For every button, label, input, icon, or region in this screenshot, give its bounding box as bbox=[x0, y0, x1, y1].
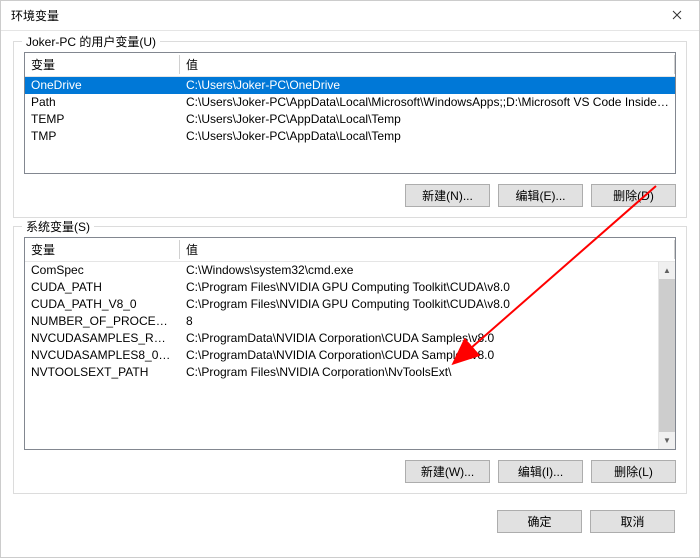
cell-value: C:\Program Files\NVIDIA Corporation\NvTo… bbox=[180, 364, 675, 381]
table-row[interactable]: NUMBER_OF_PROCESSORS8 bbox=[25, 313, 675, 330]
user-vars-group: Joker-PC 的用户变量(U) 变量 值 OneDriveC:\Users\… bbox=[13, 41, 687, 218]
col-header-variable[interactable]: 变量 bbox=[25, 53, 180, 76]
edit-user-var-button[interactable]: 编辑(E)... bbox=[498, 184, 583, 207]
table-row[interactable]: CUDA_PATH_V8_0C:\Program Files\NVIDIA GP… bbox=[25, 296, 675, 313]
table-row[interactable]: CUDA_PATHC:\Program Files\NVIDIA GPU Com… bbox=[25, 279, 675, 296]
table-row[interactable]: NVCUDASAMPLES_ROOTC:\ProgramData\NVIDIA … bbox=[25, 330, 675, 347]
scroll-up-icon[interactable]: ▲ bbox=[659, 262, 675, 279]
user-vars-list[interactable]: 变量 值 OneDriveC:\Users\Joker-PC\OneDriveP… bbox=[24, 52, 676, 174]
env-vars-dialog: 环境变量 Joker-PC 的用户变量(U) 变量 值 bbox=[0, 0, 700, 558]
cell-value: C:\Users\Joker-PC\AppData\Local\Temp bbox=[180, 111, 675, 128]
scrollbar[interactable]: ▲ ▼ bbox=[658, 262, 675, 449]
user-vars-buttons: 新建(N)... 编辑(E)... 删除(D) bbox=[24, 184, 676, 207]
cell-value: C:\Users\Joker-PC\AppData\Local\Temp bbox=[180, 128, 675, 145]
cell-value: C:\Users\Joker-PC\OneDrive bbox=[180, 77, 675, 94]
table-row[interactable]: TMPC:\Users\Joker-PC\AppData\Local\Temp bbox=[25, 128, 675, 145]
system-vars-group: 系统变量(S) 变量 值 ComSpecC:\Windows\system32\… bbox=[13, 226, 687, 494]
cell-variable: NVCUDASAMPLES_ROOT bbox=[25, 330, 180, 347]
table-row[interactable]: PathC:\Users\Joker-PC\AppData\Local\Micr… bbox=[25, 94, 675, 111]
window-title: 环境变量 bbox=[11, 7, 654, 24]
cancel-button[interactable]: 取消 bbox=[590, 510, 675, 533]
cell-variable: CUDA_PATH bbox=[25, 279, 180, 296]
scroll-down-icon[interactable]: ▼ bbox=[659, 432, 675, 449]
titlebar: 环境变量 bbox=[1, 1, 699, 31]
list-header[interactable]: 变量 值 bbox=[25, 53, 675, 77]
dialog-content: Joker-PC 的用户变量(U) 变量 值 OneDriveC:\Users\… bbox=[1, 31, 699, 557]
delete-user-var-button[interactable]: 删除(D) bbox=[591, 184, 676, 207]
cell-variable: NVTOOLSEXT_PATH bbox=[25, 364, 180, 381]
cell-value: C:\Program Files\NVIDIA GPU Computing To… bbox=[180, 296, 675, 313]
col-header-variable[interactable]: 变量 bbox=[25, 238, 180, 261]
table-row[interactable]: OneDriveC:\Users\Joker-PC\OneDrive bbox=[25, 77, 675, 94]
new-user-var-button[interactable]: 新建(N)... bbox=[405, 184, 490, 207]
cell-value: C:\Windows\system32\cmd.exe bbox=[180, 262, 675, 279]
scroll-thumb[interactable] bbox=[659, 279, 675, 432]
table-row[interactable]: ComSpecC:\Windows\system32\cmd.exe bbox=[25, 262, 675, 279]
user-vars-rows: OneDriveC:\Users\Joker-PC\OneDrivePathC:… bbox=[25, 77, 675, 173]
user-vars-group-label: Joker-PC 的用户变量(U) bbox=[22, 33, 160, 50]
cell-value: 8 bbox=[180, 313, 675, 330]
cell-variable: OneDrive bbox=[25, 77, 180, 94]
system-vars-group-label: 系统变量(S) bbox=[22, 218, 94, 235]
dialog-bottom-bar: 确定 取消 bbox=[13, 502, 687, 545]
cell-variable: ComSpec bbox=[25, 262, 180, 279]
close-icon bbox=[672, 9, 682, 23]
col-header-value[interactable]: 值 bbox=[180, 238, 675, 261]
ok-button[interactable]: 确定 bbox=[497, 510, 582, 533]
table-row[interactable]: TEMPC:\Users\Joker-PC\AppData\Local\Temp bbox=[25, 111, 675, 128]
cell-value: C:\Program Files\NVIDIA GPU Computing To… bbox=[180, 279, 675, 296]
cell-value: C:\ProgramData\NVIDIA Corporation\CUDA S… bbox=[180, 330, 675, 347]
table-row[interactable]: NVTOOLSEXT_PATHC:\Program Files\NVIDIA C… bbox=[25, 364, 675, 381]
col-header-value[interactable]: 值 bbox=[180, 53, 675, 76]
system-vars-rows: ComSpecC:\Windows\system32\cmd.exeCUDA_P… bbox=[25, 262, 675, 449]
cell-value: C:\ProgramData\NVIDIA Corporation\CUDA S… bbox=[180, 347, 675, 364]
system-vars-buttons: 新建(W)... 编辑(I)... 删除(L) bbox=[24, 460, 676, 483]
cell-variable: NUMBER_OF_PROCESSORS bbox=[25, 313, 180, 330]
delete-system-var-button[interactable]: 删除(L) bbox=[591, 460, 676, 483]
table-row[interactable]: NVCUDASAMPLES8_0_ROOTC:\ProgramData\NVID… bbox=[25, 347, 675, 364]
cell-variable: Path bbox=[25, 94, 180, 111]
new-system-var-button[interactable]: 新建(W)... bbox=[405, 460, 490, 483]
close-button[interactable] bbox=[654, 1, 699, 31]
list-header[interactable]: 变量 值 bbox=[25, 238, 675, 262]
cell-variable: TEMP bbox=[25, 111, 180, 128]
cell-variable: TMP bbox=[25, 128, 180, 145]
cell-value: C:\Users\Joker-PC\AppData\Local\Microsof… bbox=[180, 94, 675, 111]
cell-variable: NVCUDASAMPLES8_0_ROOT bbox=[25, 347, 180, 364]
edit-system-var-button[interactable]: 编辑(I)... bbox=[498, 460, 583, 483]
cell-variable: CUDA_PATH_V8_0 bbox=[25, 296, 180, 313]
system-vars-list[interactable]: 变量 值 ComSpecC:\Windows\system32\cmd.exeC… bbox=[24, 237, 676, 450]
